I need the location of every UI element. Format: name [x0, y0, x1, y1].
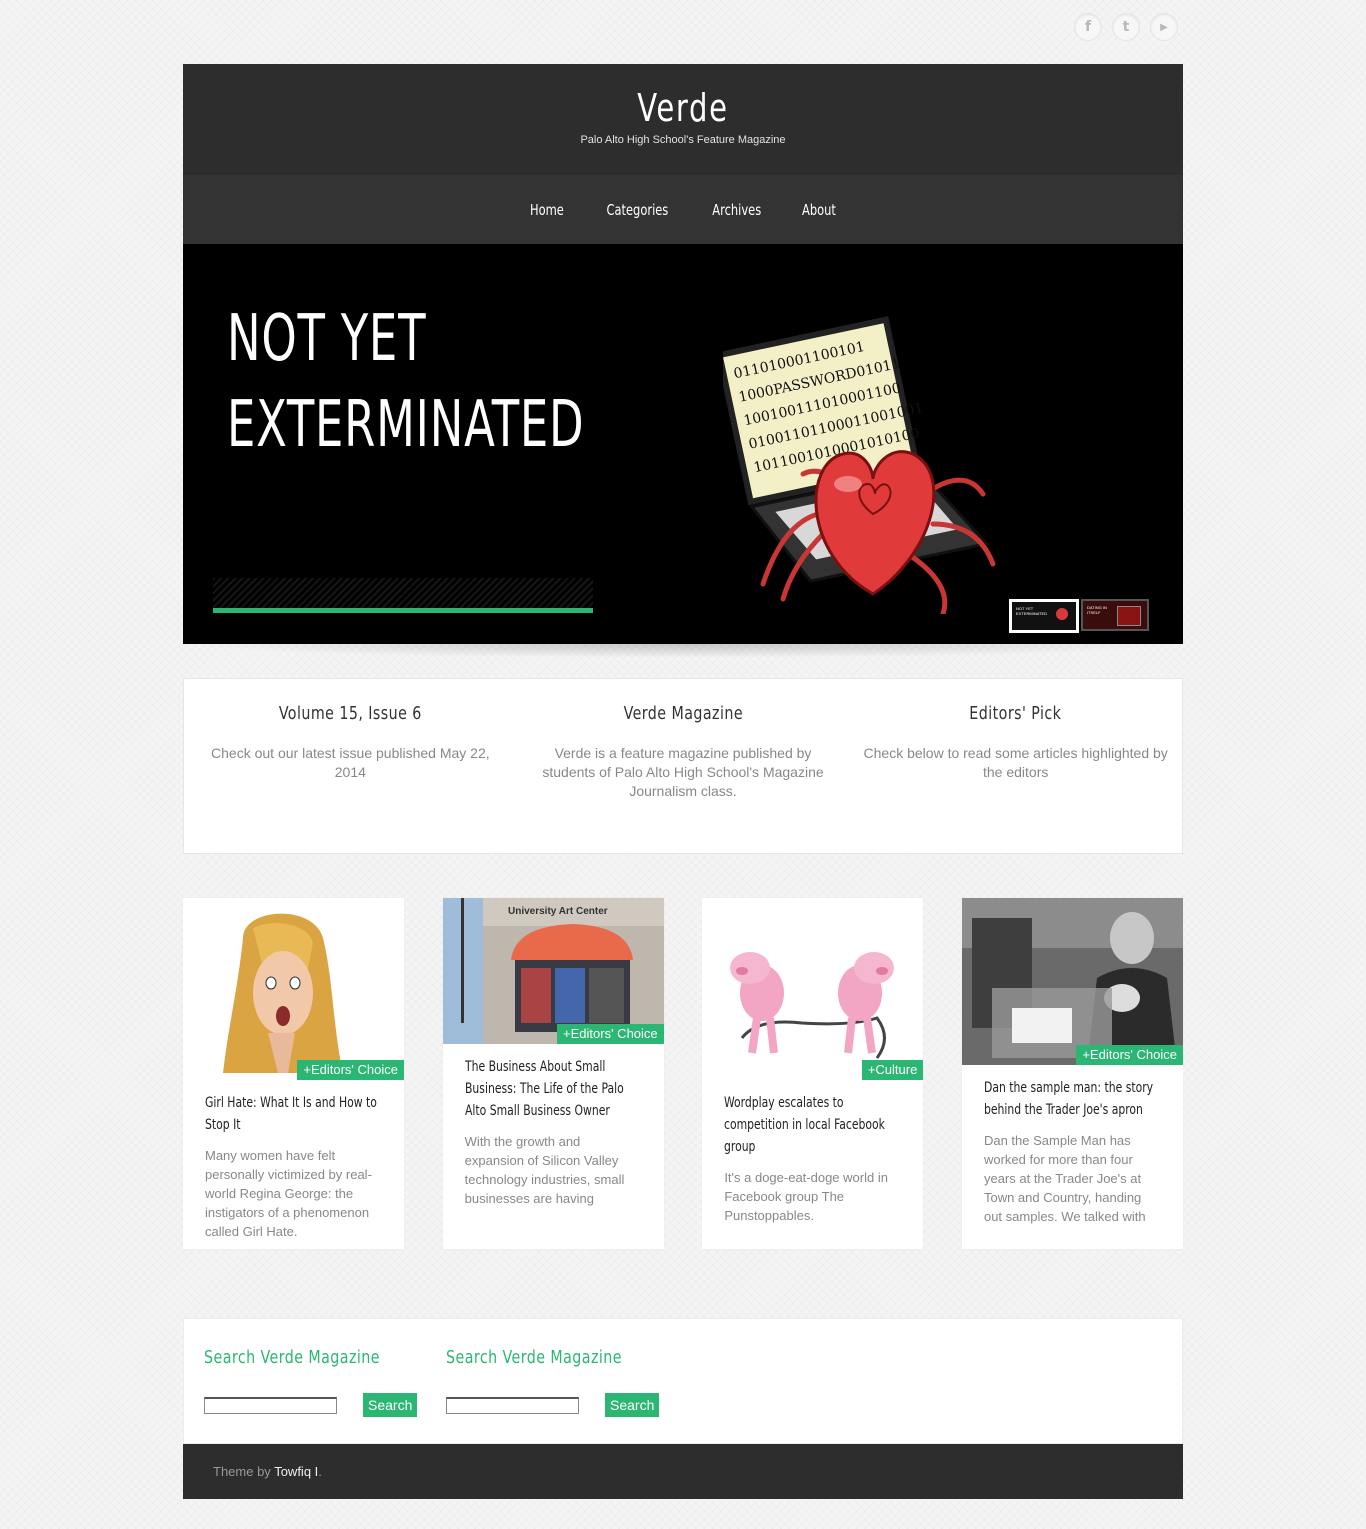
site-footer: Theme by Towfiq I.	[183, 1444, 1183, 1499]
search-button[interactable]: Search	[363, 1393, 418, 1417]
pigs-illustration	[730, 952, 895, 1059]
intro-panel: Volume 15, Issue 6 Check out our latest …	[183, 678, 1183, 854]
nav-categories[interactable]: Categories	[592, 201, 683, 219]
site-title[interactable]: Verde	[258, 64, 1108, 130]
intro-title: Verde Magazine	[623, 703, 743, 724]
slide-caption-hatch	[213, 578, 593, 608]
girl-illustration	[223, 913, 343, 1073]
intro-text: Check out our latest issue published May…	[211, 745, 490, 780]
slide-title[interactable]: NOT YET EXTERMINATED	[227, 296, 584, 468]
article-card[interactable]: University Art Center +Editors' Choice T…	[442, 898, 664, 1249]
slide-illustration: 011010001100101 1000PASSWORD01011 100100…	[723, 316, 996, 614]
article-thumbnail[interactable]: +Editors' Choice	[183, 898, 404, 1080]
article-title[interactable]: Wordplay escalates to competition in loc…	[724, 1092, 896, 1158]
featured-slider[interactable]: NOT YET EXTERMINATED 011010001100101 100…	[183, 244, 1183, 644]
category-tag[interactable]: +Culture	[861, 1060, 924, 1080]
intro-text: Check below to read some articles highli…	[863, 745, 1168, 780]
article-card[interactable]: +Culture Wordplay escalates to competiti…	[702, 898, 924, 1249]
search-button[interactable]: Search	[605, 1393, 660, 1417]
widget-title: Search Verde Magazine	[204, 1347, 380, 1368]
article-cards: +Editors' Choice Girl Hate: What It Is a…	[183, 898, 1183, 1249]
search-widget: Search Verde Magazine Search	[446, 1347, 660, 1417]
twitter-icon[interactable]: t	[1112, 13, 1140, 41]
thumb-image	[1056, 608, 1068, 620]
search-input[interactable]	[204, 1396, 337, 1414]
facebook-icon[interactable]: f	[1074, 13, 1102, 41]
search-widget: Search Verde Magazine Search	[204, 1347, 418, 1417]
social-links: f t ▶	[1074, 13, 1178, 41]
nav-home[interactable]: Home	[516, 201, 579, 219]
intro-title: Volume 15, Issue 6	[278, 703, 422, 724]
article-title[interactable]: Girl Hate: What It Is and How to Stop It	[205, 1092, 377, 1136]
slide-title-line-1: NOT YET	[227, 302, 427, 376]
article-excerpt: Many women have felt personally victimiz…	[205, 1148, 372, 1239]
nav-archives[interactable]: Archives	[697, 201, 775, 219]
article-card[interactable]: +Editors' Choice Dan the sample man: the…	[961, 898, 1183, 1249]
slider-thumb-2[interactable]: DATING IN ITSELF	[1081, 599, 1149, 631]
footer-prefix: Theme by	[213, 1464, 271, 1479]
footer-author-link[interactable]: Towfiq I	[274, 1464, 318, 1479]
article-excerpt: Dan the Sample Man has worked for more t…	[983, 1133, 1146, 1224]
article-title[interactable]: The Business About Small Business: The L…	[465, 1056, 637, 1122]
article-thumbnail[interactable]: +Culture	[702, 898, 924, 1080]
widget-title: Search Verde Magazine	[446, 1347, 622, 1368]
category-tag[interactable]: +Editors' Choice	[297, 1060, 404, 1080]
search-input[interactable]	[446, 1396, 579, 1414]
store-sign: University Art Center	[508, 906, 608, 917]
youtube-icon[interactable]: ▶	[1150, 13, 1178, 41]
article-title[interactable]: Dan the sample man: the story behind the…	[984, 1077, 1156, 1121]
slider-shadow	[183, 644, 1183, 658]
main-nav: Home Categories Archives About	[183, 175, 1183, 244]
slide-progress-bar	[213, 608, 593, 613]
article-card[interactable]: +Editors' Choice Girl Hate: What It Is a…	[183, 898, 404, 1249]
intro-col-magazine: Verde Magazine Verde is a feature magazi…	[517, 679, 850, 853]
thumb-label: NOT YET EXTERMINATED	[1016, 606, 1048, 616]
sample-man-photo	[961, 898, 1183, 1065]
article-excerpt: It's a doge-eat-doge world in Facebook g…	[724, 1170, 888, 1223]
article-excerpt: With the growth and expansion of Silicon…	[464, 1134, 625, 1206]
nav-about[interactable]: About	[788, 201, 851, 219]
storefront-photo: University Art Center	[442, 898, 664, 1044]
category-tag[interactable]: +Editors' Choice	[557, 1024, 664, 1044]
intro-title: Editors' Pick	[969, 703, 1062, 724]
site-header: Verde Palo Alto High School's Feature Ma…	[183, 64, 1183, 175]
slider-thumb-1[interactable]: NOT YET EXTERMINATED	[1009, 599, 1079, 633]
slide-title-line-2: EXTERMINATED	[227, 388, 585, 462]
thumb-label: DATING IN ITSELF	[1087, 605, 1107, 615]
article-thumbnail[interactable]: University Art Center +Editors' Choice	[442, 898, 664, 1044]
intro-col-issue: Volume 15, Issue 6 Check out our latest …	[184, 679, 517, 853]
footer-suffix: .	[318, 1464, 322, 1479]
footer-widgets: Search Verde Magazine Search Search Verd…	[183, 1318, 1183, 1444]
thumb-image	[1117, 606, 1141, 626]
intro-col-editors-pick: Editors' Pick Check below to read some a…	[849, 679, 1182, 853]
site-tagline: Palo Alto High School's Feature Magazine	[580, 134, 786, 146]
category-tag[interactable]: +Editors' Choice	[1076, 1045, 1183, 1065]
intro-text: Verde is a feature magazine published by…	[542, 745, 824, 799]
article-thumbnail[interactable]: +Editors' Choice	[961, 898, 1183, 1065]
